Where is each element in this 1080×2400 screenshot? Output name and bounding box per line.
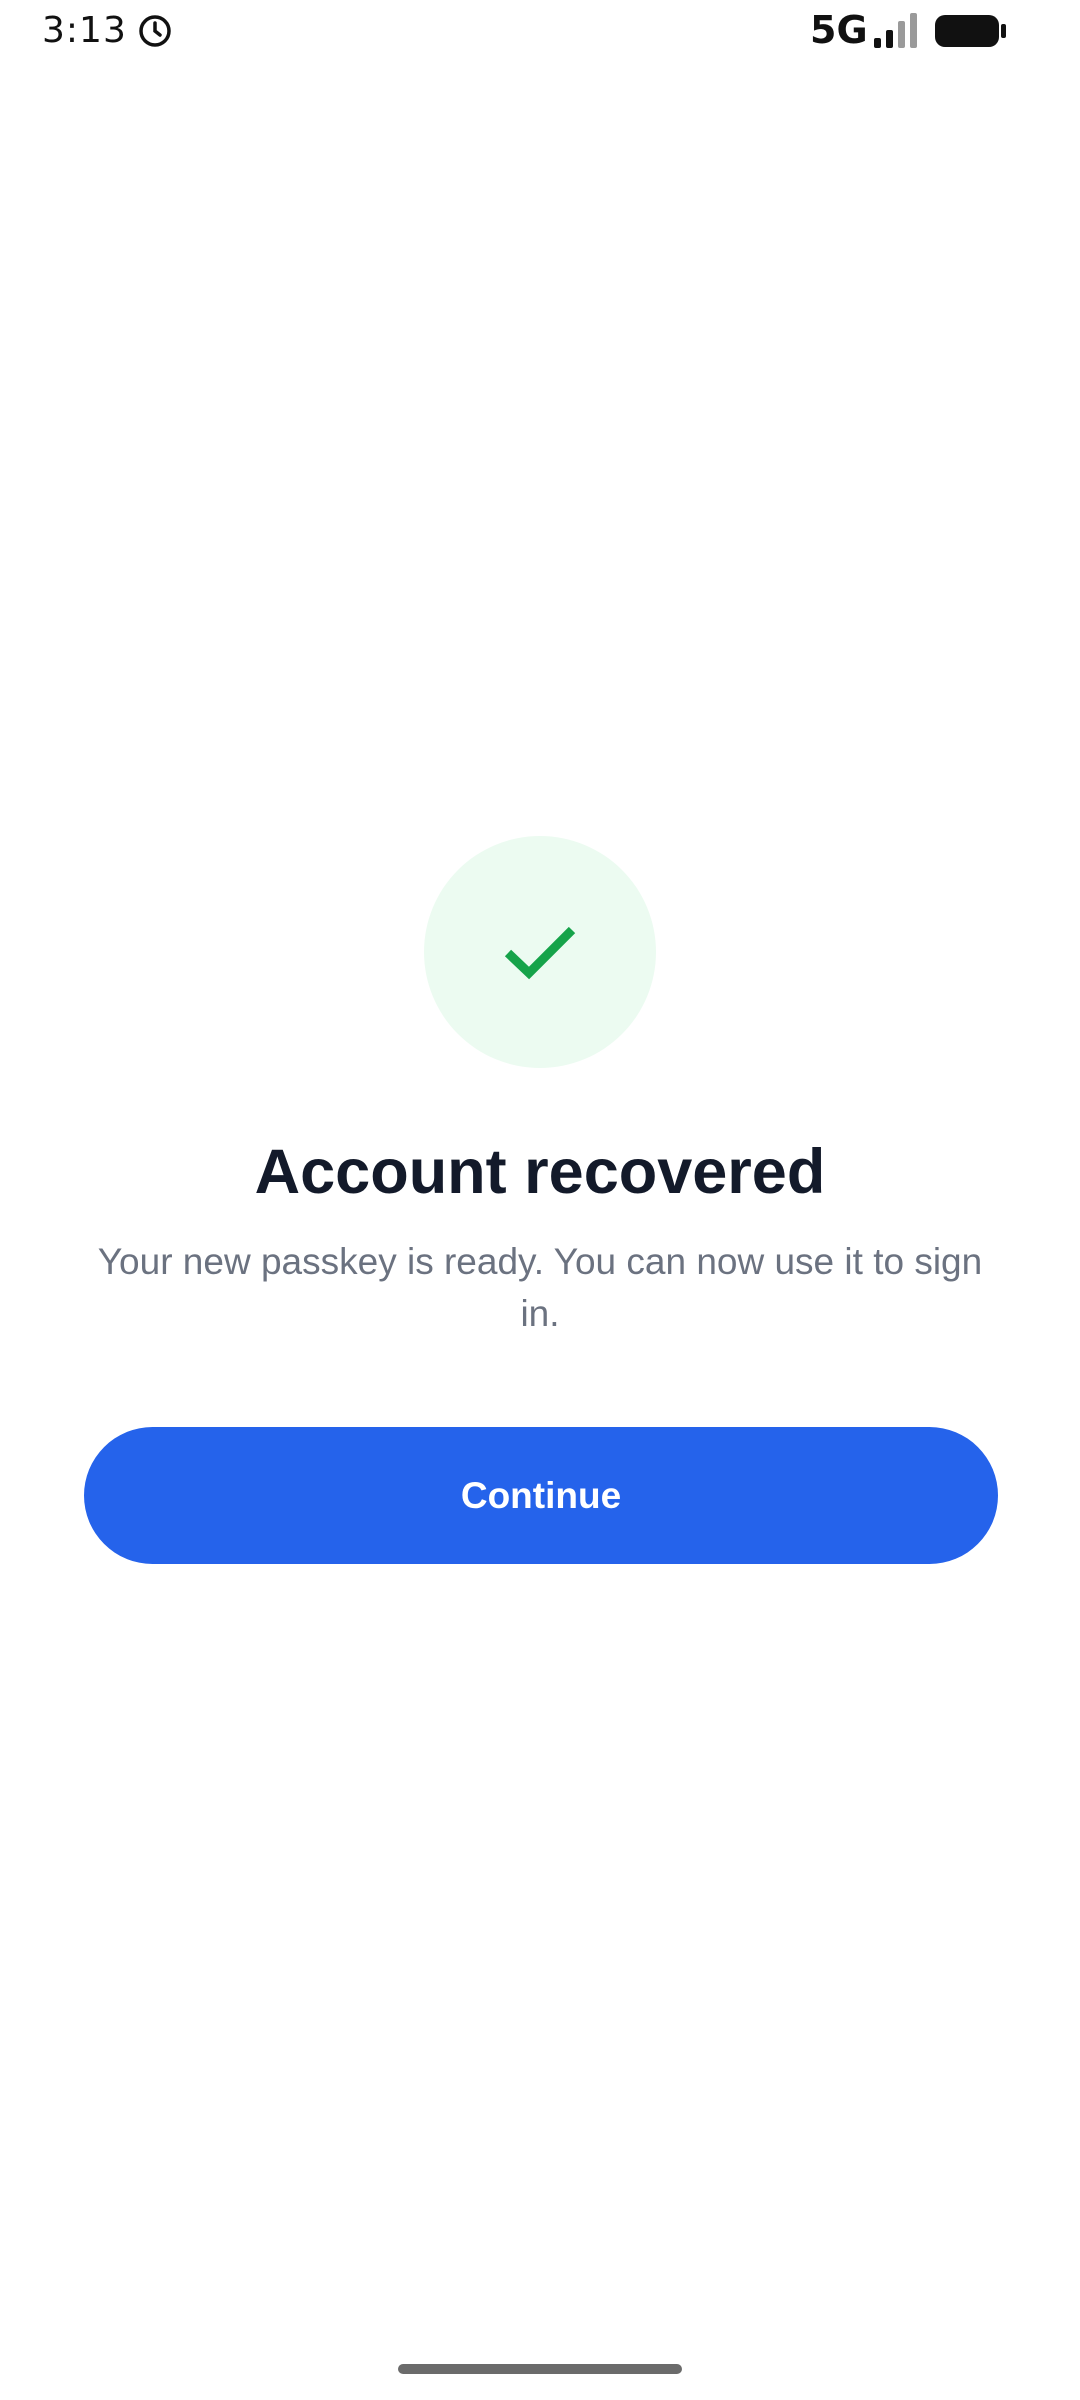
continue-button[interactable]: Continue bbox=[84, 1427, 998, 1564]
signal-icon bbox=[872, 12, 922, 50]
success-badge bbox=[424, 836, 656, 1068]
network-type-label: 5G bbox=[810, 8, 868, 52]
page-title: Account recovered bbox=[254, 1137, 826, 1207]
alarm-icon bbox=[136, 12, 174, 50]
screen: 3:13 5G Account recovered Your new passk… bbox=[0, 0, 1080, 2400]
status-bar: 3:13 5G bbox=[0, 0, 1080, 64]
home-indicator[interactable] bbox=[398, 2364, 682, 2374]
battery-icon bbox=[934, 12, 1008, 50]
page-message: Your new passkey is ready. You can now u… bbox=[97, 1241, 983, 1334]
checkmark-icon bbox=[504, 926, 576, 980]
status-time: 3:13 bbox=[42, 10, 127, 51]
